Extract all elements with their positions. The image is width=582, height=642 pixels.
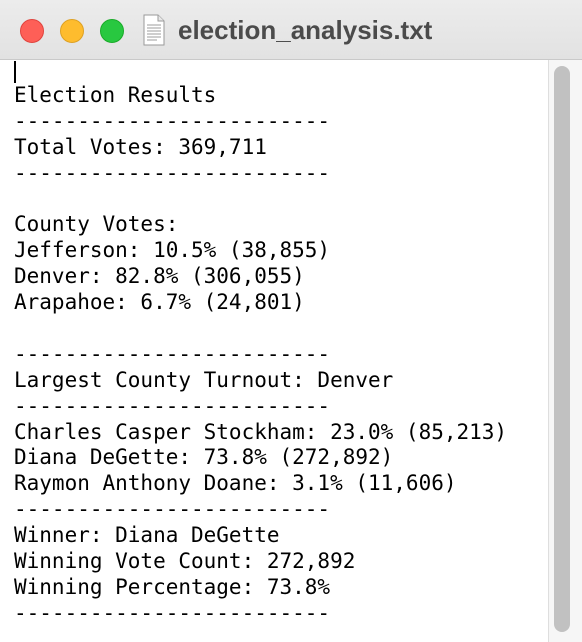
title-bar[interactable]: election_analysis.txt — [0, 0, 582, 60]
text-document-icon[interactable] — [142, 14, 166, 46]
text-line: Diana DeGette: 73.8% (272,892) — [14, 445, 394, 470]
document-text: Election Results -----------------------… — [14, 83, 507, 627]
text-line — [14, 187, 507, 213]
vertical-scrollbar[interactable] — [548, 60, 582, 642]
text-line: Largest County Turnout: Denver — [14, 367, 394, 392]
scrollbar-thumb[interactable] — [554, 66, 570, 632]
text-line: Charles Casper Stockham: 23.0% (85,213) — [14, 419, 508, 444]
text-line: ------------------------- — [14, 393, 331, 418]
text-line: Winner: Diana DeGette — [14, 523, 280, 548]
text-line — [14, 316, 507, 342]
text-line: ------------------------- — [14, 341, 331, 366]
text-line: Winning Percentage: 73.8% — [14, 574, 331, 599]
text-line: Jefferson: 10.5% (38,855) — [14, 238, 331, 263]
text-line: Election Results — [14, 83, 217, 107]
zoom-window-button[interactable] — [100, 19, 124, 43]
text-line: Total Votes: 369,711 — [14, 134, 267, 159]
text-line: Denver: 82.8% (306,055) — [14, 264, 305, 289]
text-line: ------------------------- — [14, 497, 331, 522]
text-line: ------------------------- — [14, 160, 331, 185]
text-cursor — [14, 61, 16, 83]
minimize-window-button[interactable] — [60, 19, 84, 43]
text-editor-window: election_analysis.txt Election Results -… — [0, 0, 582, 642]
text-line: ------------------------- — [14, 600, 331, 625]
text-line: Arapahoe: 6.7% (24,801) — [14, 290, 305, 315]
text-line: ------------------------- — [14, 108, 331, 133]
text-line: Winning Vote Count: 272,892 — [14, 549, 356, 574]
close-window-button[interactable] — [20, 19, 44, 43]
text-editor-content[interactable]: Election Results -----------------------… — [0, 60, 548, 642]
window-title: election_analysis.txt — [178, 15, 433, 45]
text-line: Raymon Anthony Doane: 3.1% (11,606) — [14, 471, 457, 496]
text-line: County Votes: — [14, 212, 179, 237]
